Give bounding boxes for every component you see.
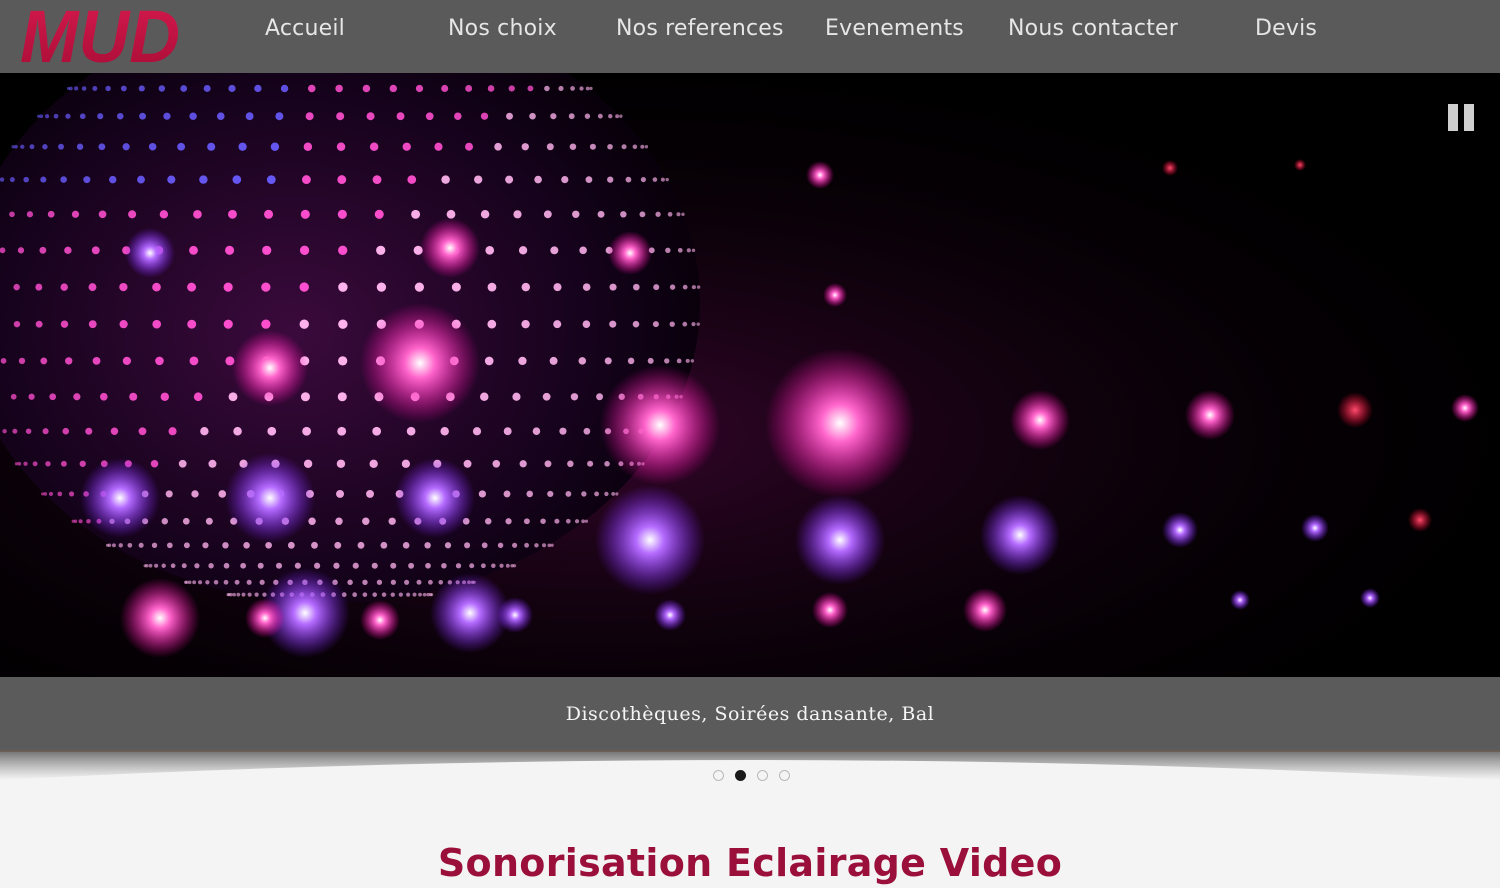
slider-dot-1[interactable] <box>713 770 724 781</box>
pause-button[interactable] <box>1448 104 1476 132</box>
nav-item-nos-choix[interactable]: Nos choix <box>448 16 557 41</box>
slider-shadow <box>0 750 1500 780</box>
slider-dot-2[interactable] <box>735 770 746 781</box>
mud-logo[interactable]: MUD <box>20 2 182 68</box>
slider-dot-3[interactable] <box>757 770 768 781</box>
nav-item-devis[interactable]: Devis <box>1255 16 1317 41</box>
nav-item-nos-references[interactable]: Nos references <box>616 16 784 41</box>
slide-caption-bar: Discothèques, Soirées dansante, Bal <box>0 677 1500 752</box>
slide-image-disco-ball <box>0 73 1500 677</box>
page-title: Sonorisation Eclairage Video <box>437 841 1063 886</box>
slider-dot-4[interactable] <box>779 770 790 781</box>
slide-caption: Discothèques, Soirées dansante, Bal <box>565 703 935 725</box>
nav-item-evenements[interactable]: Evenements <box>825 16 964 41</box>
hero-slider[interactable] <box>0 73 1500 677</box>
site-header: MUD Accueil Nos choix Nos references Eve… <box>0 0 1500 73</box>
svg-text:MUD: MUD <box>20 2 180 68</box>
nav-item-accueil[interactable]: Accueil <box>265 16 345 41</box>
nav-item-nous-contacter[interactable]: Nous contacter <box>1008 16 1178 41</box>
pause-icon <box>1448 104 1458 131</box>
